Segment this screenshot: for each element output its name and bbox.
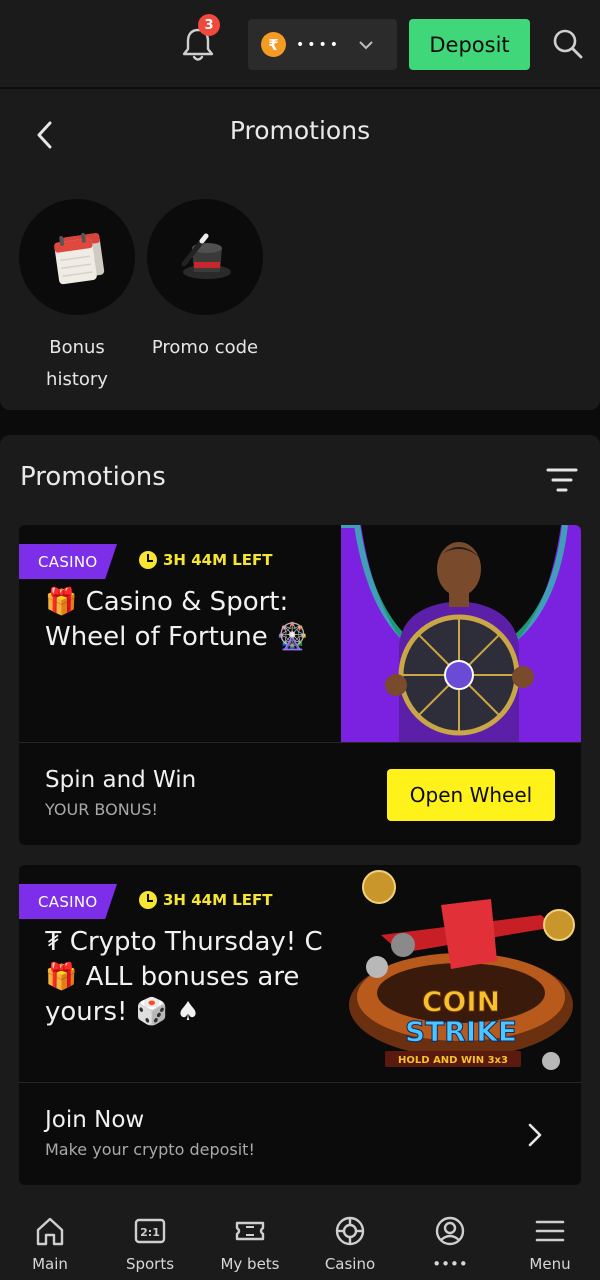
strike-logo-text: STRIKE [405, 1015, 517, 1048]
chip-icon [335, 1216, 365, 1246]
bonus-history-label: Bonus history [46, 337, 108, 390]
profile-icon [435, 1216, 465, 1246]
nav-label: •••• [432, 1255, 468, 1273]
promotion-title: ₮ Crypto Thursday! C 🎁 ALL bonuses are y… [45, 927, 323, 1027]
promo-code-label: Promo code [151, 337, 259, 358]
balance-hidden-value: •••• [296, 36, 342, 53]
nav-label: Menu [529, 1255, 571, 1273]
notification-count-badge: 3 [198, 14, 220, 36]
promotion-card-banner: CASINO 3H 44M LEFT 🎁 Casino & Sport: Whe… [19, 525, 581, 742]
coin-logo-text: COIN [422, 985, 500, 1018]
promotions-header-panel: Promotions Bonus history Promo code [0, 89, 600, 410]
calendar-icon [19, 199, 135, 315]
balance-selector[interactable]: ₹ •••• [248, 19, 397, 70]
nav-label: My bets [220, 1255, 280, 1273]
time-left-indicator: 3H 44M LEFT [139, 891, 273, 909]
promotion-action-subtitle: Make your crypto deposit! [45, 1140, 255, 1159]
nav-item-casino[interactable]: Casino [300, 1195, 400, 1280]
coin-strike-artwork: COIN STRIKE HOLD AND WIN 3x3 [341, 865, 581, 1082]
promotion-card-banner: CASINO 3H 44M LEFT ₮ Crypto Thursday! C … [19, 865, 581, 1082]
promotions-section-title: Promotions [20, 462, 166, 492]
promotion-action-title: Spin and Win [45, 767, 197, 793]
promotion-card-crypto-thursday[interactable]: CASINO 3H 44M LEFT ₮ Crypto Thursday! C … [19, 865, 581, 1185]
page-title: Promotions [229, 116, 371, 145]
ticket-icon [235, 1221, 265, 1241]
category-tag: CASINO [19, 884, 117, 919]
time-left-indicator: 3H 44M LEFT [139, 551, 273, 569]
magic-hat-icon [147, 199, 263, 315]
home-icon [36, 1217, 64, 1246]
wheel-of-fortune-artwork [341, 525, 581, 742]
top-bar: 3 ₹ •••• Deposit [0, 0, 600, 88]
promotion-title: 🎁 Casino & Sport: Wheel of Fortune 🎡 [45, 587, 309, 652]
chevron-right-icon[interactable] [525, 1121, 545, 1149]
nav-item-sports[interactable]: 2:1 Sports [100, 1195, 200, 1280]
svg-text:2:1: 2:1 [140, 1226, 160, 1239]
rupee-currency-icon: ₹ [261, 32, 286, 57]
nav-item-menu[interactable]: Menu [500, 1195, 600, 1280]
clock-icon [139, 551, 157, 569]
promotion-card-wheel-of-fortune[interactable]: CASINO 3H 44M LEFT 🎁 Casino & Sport: Whe… [19, 525, 581, 845]
hold-and-win-text: HOLD AND WIN 3x3 [398, 1055, 508, 1066]
chevron-down-icon [359, 41, 373, 50]
open-wheel-button[interactable]: Open Wheel [387, 769, 555, 821]
promo-code-shortcut[interactable]: Promo code [147, 199, 263, 364]
search-icon[interactable] [552, 28, 584, 60]
nav-item-main[interactable]: Main [0, 1195, 100, 1280]
nav-item-my-bets[interactable]: My bets [200, 1195, 300, 1280]
nav-label: Main [32, 1255, 68, 1273]
nav-item-profile[interactable]: •••• [400, 1195, 500, 1280]
filter-icon[interactable] [546, 465, 578, 495]
bonus-history-shortcut[interactable]: Bonus history [19, 199, 135, 396]
promotion-action-subtitle: YOUR BONUS! [45, 800, 158, 819]
nav-label: Casino [324, 1255, 376, 1273]
clock-icon [139, 891, 157, 909]
promotion-action-title: Join Now [45, 1107, 145, 1133]
nav-label: Sports [125, 1255, 175, 1273]
deposit-button[interactable]: Deposit [409, 19, 530, 70]
promotions-list-panel: Promotions CASINO 3H 44M LEFT 🎁 Casino &… [0, 435, 600, 1195]
bottom-navigation: Main 2:1 Sports My bets Casino •••• Menu [0, 1195, 600, 1280]
scoreboard-icon: 2:1 [134, 1218, 166, 1244]
category-tag: CASINO [19, 544, 117, 579]
menu-icon [535, 1220, 565, 1242]
